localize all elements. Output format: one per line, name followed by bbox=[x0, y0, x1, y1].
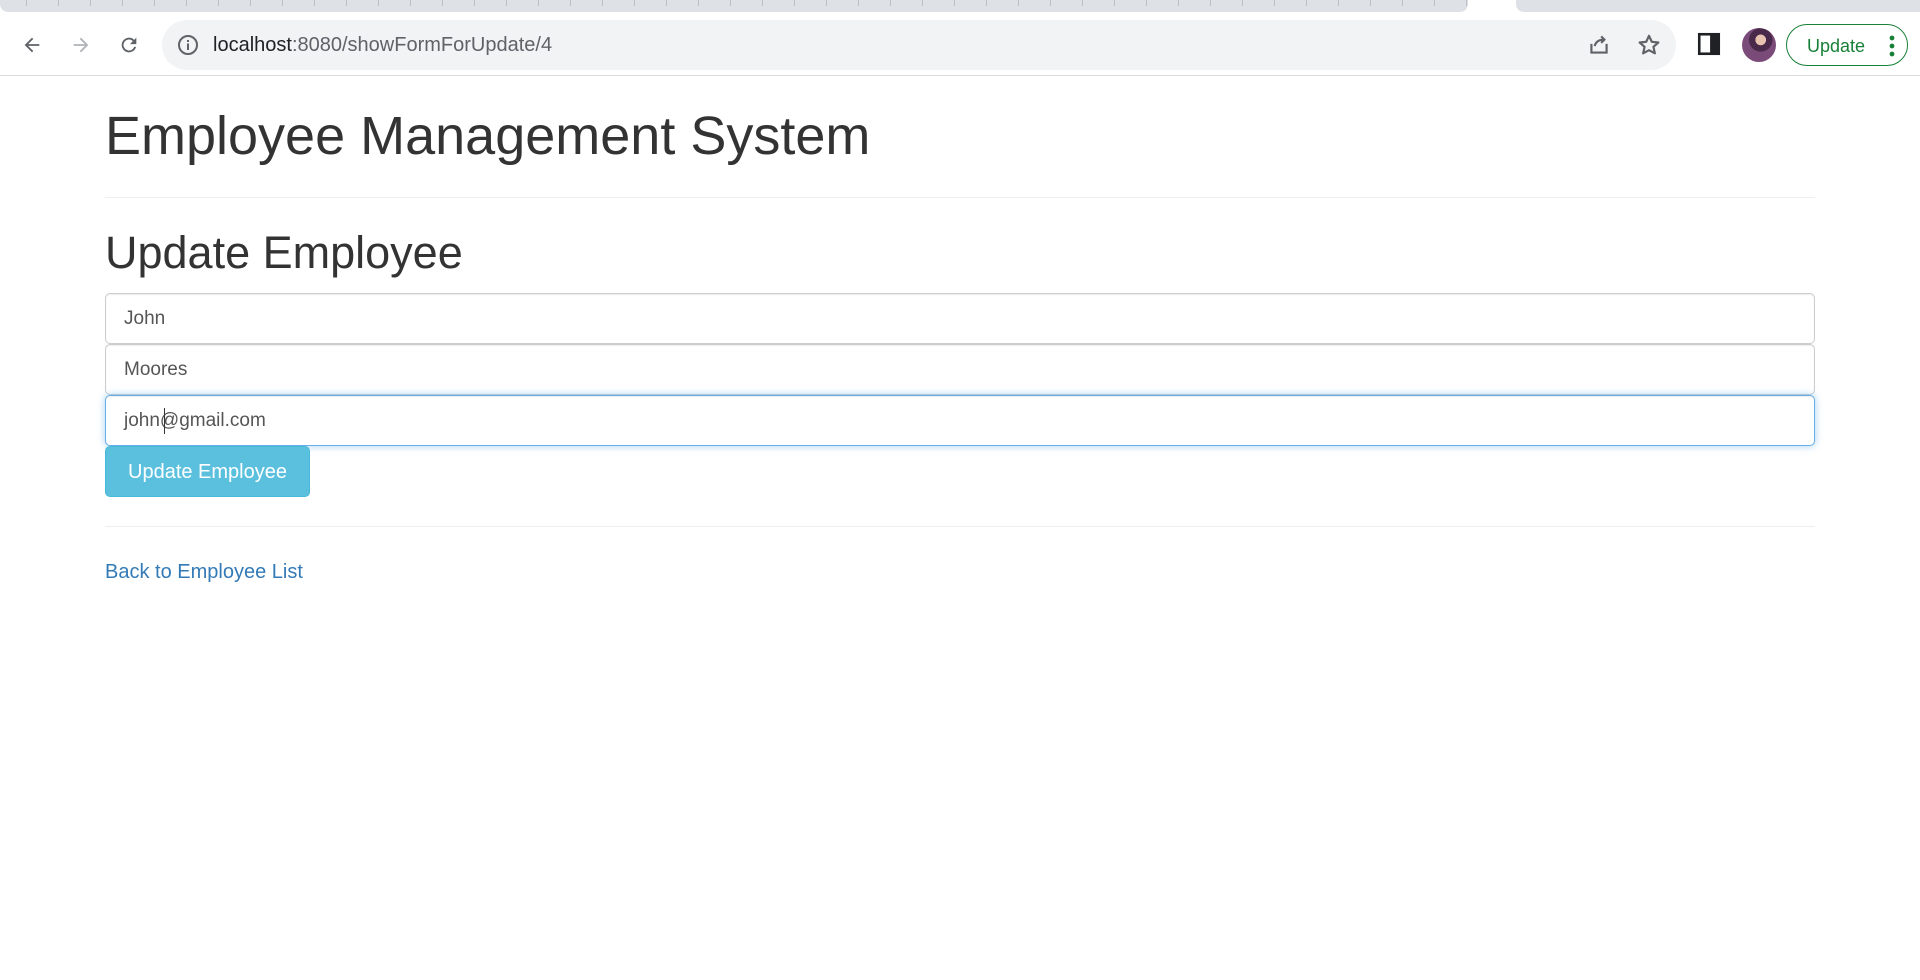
email-input[interactable]: john@gmail.com bbox=[105, 395, 1815, 446]
browser-toolbar: localhost:8080/showFormForUpdate/4 Updat… bbox=[0, 14, 1920, 76]
address-bar[interactable]: localhost:8080/showFormForUpdate/4 bbox=[162, 20, 1676, 70]
profile-avatar[interactable] bbox=[1742, 28, 1776, 62]
reload-button[interactable] bbox=[112, 28, 146, 62]
first-name-value: John bbox=[124, 308, 166, 329]
share-icon[interactable] bbox=[1586, 32, 1612, 58]
back-arrow-icon bbox=[24, 37, 40, 53]
form-title: Update Employee bbox=[105, 227, 463, 278]
back-button[interactable] bbox=[15, 28, 49, 62]
side-panel-button[interactable] bbox=[1694, 29, 1724, 59]
info-icon[interactable] bbox=[176, 33, 200, 57]
forward-arrow-icon bbox=[73, 37, 89, 53]
header-divider bbox=[105, 197, 1815, 198]
update-button-label: Update bbox=[1807, 36, 1866, 56]
url-path: :8080/showFormForUpdate/4 bbox=[291, 34, 553, 56]
tab-strip-right[interactable] bbox=[1516, 0, 1920, 12]
forward-button[interactable] bbox=[64, 28, 98, 62]
side-panel-icon bbox=[1697, 32, 1721, 56]
update-employee-button[interactable]: Update Employee bbox=[105, 446, 310, 497]
update-employee-label: Update Employee bbox=[128, 461, 287, 483]
three-dots-icon[interactable] bbox=[1889, 35, 1895, 57]
url-text[interactable]: localhost:8080/showFormForUpdate/4 bbox=[213, 34, 552, 57]
tab-strip-left[interactable] bbox=[0, 0, 1468, 12]
app-title: Employee Management System bbox=[105, 106, 871, 166]
star-icon[interactable] bbox=[1636, 32, 1662, 58]
reload-icon bbox=[121, 37, 137, 53]
browser-update-button[interactable]: Update bbox=[1786, 24, 1908, 66]
url-host: localhost bbox=[213, 34, 292, 56]
last-name-value: Moores bbox=[124, 359, 188, 380]
first-name-input[interactable]: John bbox=[105, 293, 1815, 344]
email-value: john@gmail.com bbox=[124, 410, 266, 431]
footer-divider bbox=[105, 526, 1815, 527]
tab-strip bbox=[0, 0, 1920, 14]
text-caret bbox=[164, 408, 165, 434]
back-to-list-link[interactable]: Back to Employee List bbox=[105, 561, 303, 584]
last-name-input[interactable]: Moores bbox=[105, 344, 1815, 395]
